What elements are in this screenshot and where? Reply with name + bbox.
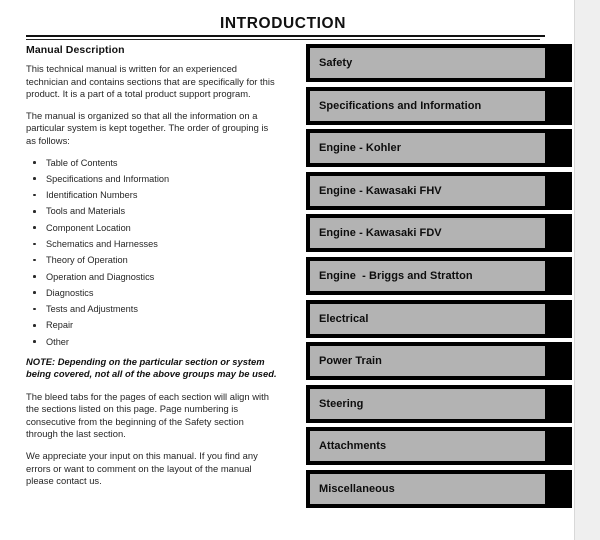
bleed-tab-engine-kawasaki-fdv[interactable]: Engine - Kawasaki FDV <box>306 214 572 253</box>
bleed-tab-electrical[interactable]: Electrical <box>306 299 572 338</box>
manual-page: INTRODUCTION Manual Description This tec… <box>0 0 574 540</box>
list-item: Theory of Operation <box>26 254 278 266</box>
bleed-tab-label: Engine - Briggs and Stratton <box>319 269 473 282</box>
bleed-tab-face: Miscellaneous <box>310 473 545 504</box>
page-title: INTRODUCTION <box>219 15 347 32</box>
list-item: Table of Contents <box>26 157 278 169</box>
bleed-tab-list: Safety Specifications and Information En… <box>306 44 572 513</box>
bleed-tab-engine-briggs-and-stratton[interactable]: Engine - Briggs and Stratton <box>306 256 572 295</box>
bullet-icon <box>33 275 36 278</box>
bleed-tab-label: Electrical <box>319 312 369 325</box>
bleed-tab-label: Engine - Kawasaki FHV <box>319 184 442 197</box>
list-item: Repair <box>26 319 278 331</box>
list-item-label: Specifications and Information <box>46 173 170 184</box>
bleed-tab-face: Specifications and Information <box>310 90 545 121</box>
list-item: Tools and Materials <box>26 205 278 217</box>
list-item: Tests and Adjustments <box>26 303 278 315</box>
bleed-tab-engine-kawasaki-fhv[interactable]: Engine - Kawasaki FHV <box>306 171 572 210</box>
list-item-label: Component Location <box>46 222 131 233</box>
list-item-label: Diagnostics <box>46 287 94 298</box>
list-item: Other <box>26 336 278 348</box>
list-item: Component Location <box>26 222 278 234</box>
list-item-label: Tests and Adjustments <box>46 304 138 315</box>
divider-rule-thin <box>26 39 540 40</box>
intro-paragraph-1: This technical manual is written for an … <box>26 63 275 100</box>
grouping-order-list: Table of Contents Specifications and Inf… <box>26 157 278 348</box>
bleed-tab-face: Power Train <box>310 346 545 377</box>
bleed-tab-face: Steering <box>310 388 545 419</box>
note-paragraph: NOTE: Depending on the particular sectio… <box>26 355 277 380</box>
list-item-label: Identification Numbers <box>46 190 138 201</box>
section-heading: Manual Description <box>26 44 125 56</box>
bleed-tab-specifications-and-information[interactable]: Specifications and Information <box>306 86 572 125</box>
bleed-tab-label: Engine - Kohler <box>319 142 402 155</box>
divider-rule-thick <box>26 35 545 37</box>
list-item: Operation and Diagnostics <box>26 271 278 283</box>
bleed-tab-face: Safety <box>310 48 545 78</box>
bullet-icon <box>33 307 36 311</box>
bleed-tab-face: Engine - Kawasaki FDV <box>310 218 545 249</box>
bleed-tab-power-train[interactable]: Power Train <box>306 342 572 381</box>
bleed-tab-label: Safety <box>319 57 353 69</box>
title-divider-rule <box>26 35 545 41</box>
bleed-tab-attachments[interactable]: Attachments <box>306 427 572 466</box>
bleed-tab-face: Engine - Kawasaki FHV <box>310 175 545 206</box>
bleed-tab-miscellaneous[interactable]: Miscellaneous <box>306 469 572 508</box>
list-item: Identification Numbers <box>26 189 278 201</box>
intro-paragraph-2: The manual is organized so that all the … <box>26 109 269 146</box>
bleed-tab-engine-kohler[interactable]: Engine - Kohler <box>306 129 572 168</box>
bleed-tab-label: Steering <box>319 397 364 410</box>
list-item-label: Repair <box>46 320 74 331</box>
bullet-icon <box>33 258 36 262</box>
bullet-icon <box>33 161 36 164</box>
feedback-paragraph: We appreciate your input on this manual.… <box>26 449 258 487</box>
list-item-label: Other <box>46 336 69 347</box>
bullet-icon <box>33 177 36 181</box>
bleed-tab-face: Attachments <box>310 431 545 462</box>
bullet-icon <box>33 340 36 343</box>
bullet-icon <box>33 210 36 213</box>
list-item-label: Schematics and Harnesses <box>46 238 158 249</box>
bleed-tab-explanation-paragraph: The bleed tabs for the pages of each sec… <box>26 390 269 440</box>
list-item: Diagnostics <box>26 287 278 299</box>
bleed-tab-label: Specifications and Information <box>319 99 482 112</box>
manual-description-column: Manual Description This technical manual… <box>26 44 278 497</box>
list-item: Specifications and Information <box>26 173 278 185</box>
bullet-icon <box>33 226 36 229</box>
list-item-label: Tools and Materials <box>46 206 126 217</box>
bleed-tab-label: Attachments <box>319 440 387 453</box>
bleed-tab-face: Engine - Kohler <box>310 133 545 164</box>
list-item: Schematics and Harnesses <box>26 238 278 250</box>
bleed-tab-label: Engine - Kawasaki FDV <box>319 227 442 240</box>
bleed-tab-safety[interactable]: Safety <box>306 44 572 82</box>
bleed-tab-label: Power Train <box>319 355 382 368</box>
list-item-label: Theory of Operation <box>46 255 128 266</box>
bullet-icon <box>33 242 36 246</box>
bullet-icon <box>33 193 36 197</box>
bleed-tab-face: Electrical <box>310 303 545 334</box>
bleed-tab-steering[interactable]: Steering <box>306 384 572 423</box>
list-item-label: Table of Contents <box>46 157 118 168</box>
bleed-tab-face: Engine - Briggs and Stratton <box>310 260 545 291</box>
page-right-gutter <box>574 0 600 540</box>
bullet-icon <box>33 323 36 327</box>
list-item-label: Operation and Diagnostics <box>46 271 155 282</box>
bullet-icon <box>33 291 36 294</box>
bleed-tab-label: Miscellaneous <box>319 482 395 495</box>
